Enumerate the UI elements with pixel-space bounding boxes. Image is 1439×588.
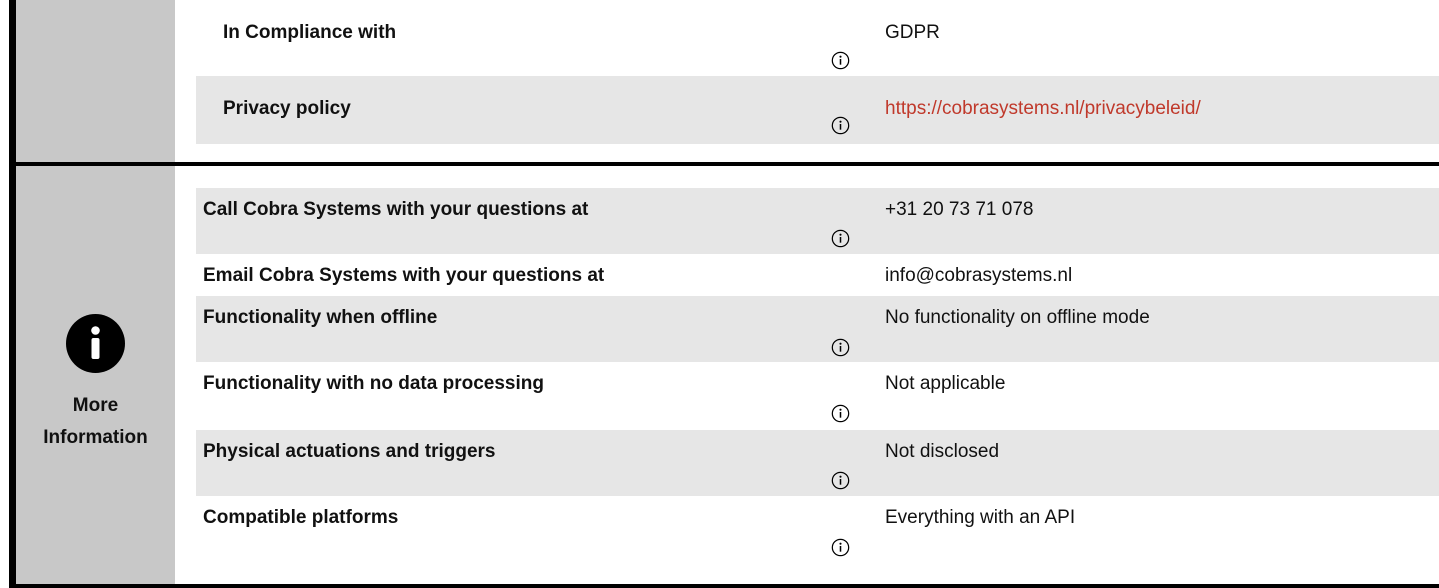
info-circle-icon[interactable] <box>831 471 850 490</box>
row-value: No functionality on offline mode <box>885 307 1150 328</box>
info-circle-icon[interactable] <box>831 538 850 557</box>
table-row: In Compliance with GDPR <box>196 0 1439 76</box>
info-circle-icon[interactable] <box>831 229 850 248</box>
table-row: Call Cobra Systems with your questions a… <box>196 188 1439 254</box>
section-header: More Information <box>16 314 175 454</box>
row-label: In Compliance with <box>223 22 397 43</box>
table-row: Email Cobra Systems with your questions … <box>196 254 1439 296</box>
row-label: Call Cobra Systems with your questions a… <box>203 199 589 220</box>
info-circle-icon[interactable] <box>831 51 850 70</box>
info-circle-icon[interactable] <box>831 116 850 135</box>
table-bottom-border <box>9 584 1439 588</box>
table-row: Compatible platforms Everything with an … <box>196 496 1439 584</box>
table-row: Functionality with no data processing No… <box>196 362 1439 430</box>
section-label-column <box>16 0 175 162</box>
row-value: Not applicable <box>885 373 1006 394</box>
row-label: Functionality with no data processing <box>203 373 544 394</box>
row-value: Not disclosed <box>885 441 1000 462</box>
row-label: Privacy policy <box>223 98 351 119</box>
compliance-section: In Compliance with GDPR Privacy policy h… <box>0 0 1439 162</box>
section-title: More Information <box>43 395 148 448</box>
table-row: Privacy policy https://cobrasystems.nl/p… <box>196 76 1439 144</box>
row-value: info@cobrasystems.nl <box>885 265 1073 286</box>
table-row: Physical actuations and triggers Not dis… <box>196 430 1439 496</box>
section-left-border <box>9 0 16 162</box>
row-value: Everything with an API <box>885 507 1076 528</box>
more-information-section: More Information Call Cobra Systems with… <box>0 166 1439 588</box>
privacy-policy-link[interactable]: https://cobrasystems.nl/privacybeleid/ <box>885 98 1201 120</box>
section-left-border <box>9 166 16 588</box>
row-label: Email Cobra Systems with your questions … <box>203 265 605 286</box>
row-value: GDPR <box>885 22 940 43</box>
row-label: Physical actuations and triggers <box>203 441 496 462</box>
row-label: Compatible platforms <box>203 507 399 528</box>
info-filled-icon <box>66 314 125 373</box>
info-circle-icon[interactable] <box>831 404 850 423</box>
table-row: Functionality when offline No functional… <box>196 296 1439 362</box>
info-circle-icon[interactable] <box>831 338 850 357</box>
row-value: +31 20 73 71 078 <box>885 199 1034 220</box>
row-label: Functionality when offline <box>203 307 438 328</box>
